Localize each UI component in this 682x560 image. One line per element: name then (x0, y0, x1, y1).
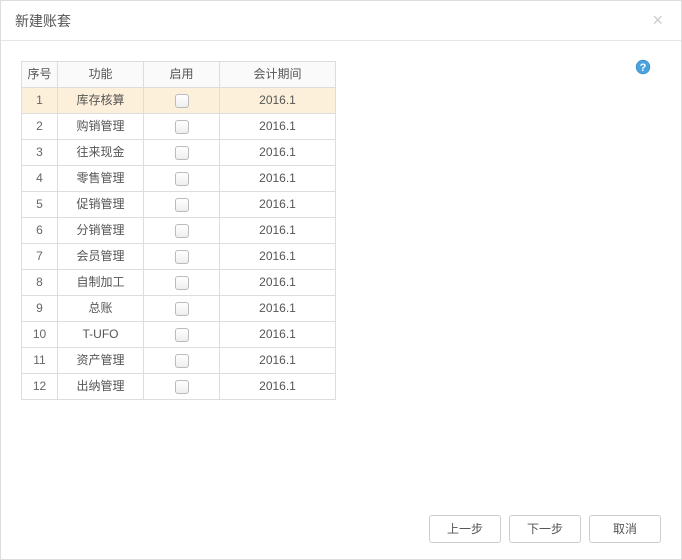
enable-checkbox[interactable] (175, 120, 189, 134)
table-row[interactable]: 4零售管理 2016.1 (22, 166, 336, 192)
cell-func: 零售管理 (58, 166, 144, 192)
cell-enable (144, 374, 220, 400)
cell-period: 2016.1 (220, 270, 336, 296)
cell-period: 2016.1 (220, 374, 336, 400)
cell-func: 库存核算 (58, 88, 144, 114)
cell-seq: 11 (22, 348, 58, 374)
cell-enable (144, 88, 220, 114)
col-header-func: 功能 (58, 62, 144, 88)
cell-seq: 2 (22, 114, 58, 140)
enable-checkbox[interactable] (175, 328, 189, 342)
cell-func: 往来现金 (58, 140, 144, 166)
dialog-title: 新建账套 (15, 11, 71, 31)
cell-func: 促销管理 (58, 192, 144, 218)
cell-period: 2016.1 (220, 244, 336, 270)
table-row[interactable]: 9总账 2016.1 (22, 296, 336, 322)
table-row[interactable]: 6分销管理 2016.1 (22, 218, 336, 244)
cell-period: 2016.1 (220, 192, 336, 218)
cell-period: 2016.1 (220, 140, 336, 166)
table-row[interactable]: 3往来现金 2016.1 (22, 140, 336, 166)
cell-enable (144, 348, 220, 374)
enable-checkbox[interactable] (175, 250, 189, 264)
dialog-body: ? 序号 功能 启用 会计期间 1库存核算2016.12购销管理2016.13往… (1, 41, 681, 491)
cell-seq: 12 (22, 374, 58, 400)
prev-button[interactable]: 上一步 (429, 515, 501, 543)
new-account-dialog: 新建账套 × ? 序号 功能 启用 会计期间 1库存核算2016.12购销管理2… (0, 0, 682, 560)
cell-func: 出纳管理 (58, 374, 144, 400)
enable-checkbox[interactable] (175, 276, 189, 290)
cell-enable (144, 218, 220, 244)
next-button[interactable]: 下一步 (509, 515, 581, 543)
col-header-period: 会计期间 (220, 62, 336, 88)
cell-enable (144, 270, 220, 296)
cell-func: 资产管理 (58, 348, 144, 374)
cell-func: 分销管理 (58, 218, 144, 244)
table-header-row: 序号 功能 启用 会计期间 (22, 62, 336, 88)
cell-enable (144, 244, 220, 270)
cell-period: 2016.1 (220, 218, 336, 244)
cell-period: 2016.1 (220, 296, 336, 322)
enable-checkbox[interactable] (175, 94, 189, 108)
cell-period: 2016.1 (220, 114, 336, 140)
table-row[interactable]: 11资产管理 2016.1 (22, 348, 336, 374)
col-header-seq: 序号 (22, 62, 58, 88)
cell-period: 2016.1 (220, 322, 336, 348)
cell-func: 购销管理 (58, 114, 144, 140)
cell-seq: 6 (22, 218, 58, 244)
cell-seq: 10 (22, 322, 58, 348)
cell-seq: 3 (22, 140, 58, 166)
cell-period: 2016.1 (220, 166, 336, 192)
enable-checkbox[interactable] (175, 380, 189, 394)
cell-seq: 7 (22, 244, 58, 270)
cell-seq: 4 (22, 166, 58, 192)
table-row[interactable]: 10T-UFO 2016.1 (22, 322, 336, 348)
cell-period: 2016.1 (220, 88, 336, 114)
svg-text:?: ? (640, 62, 647, 74)
cell-seq: 5 (22, 192, 58, 218)
cell-seq: 8 (22, 270, 58, 296)
cell-func: 总账 (58, 296, 144, 322)
enable-checkbox[interactable] (175, 146, 189, 160)
enable-checkbox[interactable] (175, 172, 189, 186)
cell-enable (144, 322, 220, 348)
col-header-enable: 启用 (144, 62, 220, 88)
cell-enable (144, 140, 220, 166)
cell-func: 自制加工 (58, 270, 144, 296)
enable-checkbox[interactable] (175, 224, 189, 238)
cell-enable (144, 192, 220, 218)
cell-period: 2016.1 (220, 348, 336, 374)
table-row[interactable]: 8自制加工 2016.1 (22, 270, 336, 296)
cell-enable (144, 114, 220, 140)
cancel-button[interactable]: 取消 (589, 515, 661, 543)
table-row[interactable]: 7会员管理 2016.1 (22, 244, 336, 270)
dialog-footer: 上一步 下一步 取消 (429, 515, 661, 543)
cell-seq: 1 (22, 88, 58, 114)
help-icon[interactable]: ? (635, 59, 651, 75)
function-table: 序号 功能 启用 会计期间 1库存核算2016.12购销管理2016.13往来现… (21, 61, 336, 400)
table-row[interactable]: 1库存核算 2016.1 (22, 88, 336, 114)
close-button[interactable]: × (646, 9, 669, 31)
cell-func: T-UFO (58, 322, 144, 348)
enable-checkbox[interactable] (175, 198, 189, 212)
dialog-header: 新建账套 × (1, 1, 681, 41)
cell-seq: 9 (22, 296, 58, 322)
table-row[interactable]: 12出纳管理 2016.1 (22, 374, 336, 400)
cell-func: 会员管理 (58, 244, 144, 270)
enable-checkbox[interactable] (175, 354, 189, 368)
enable-checkbox[interactable] (175, 302, 189, 316)
cell-enable (144, 166, 220, 192)
table-row[interactable]: 5促销管理 2016.1 (22, 192, 336, 218)
table-row[interactable]: 2购销管理 2016.1 (22, 114, 336, 140)
cell-enable (144, 296, 220, 322)
